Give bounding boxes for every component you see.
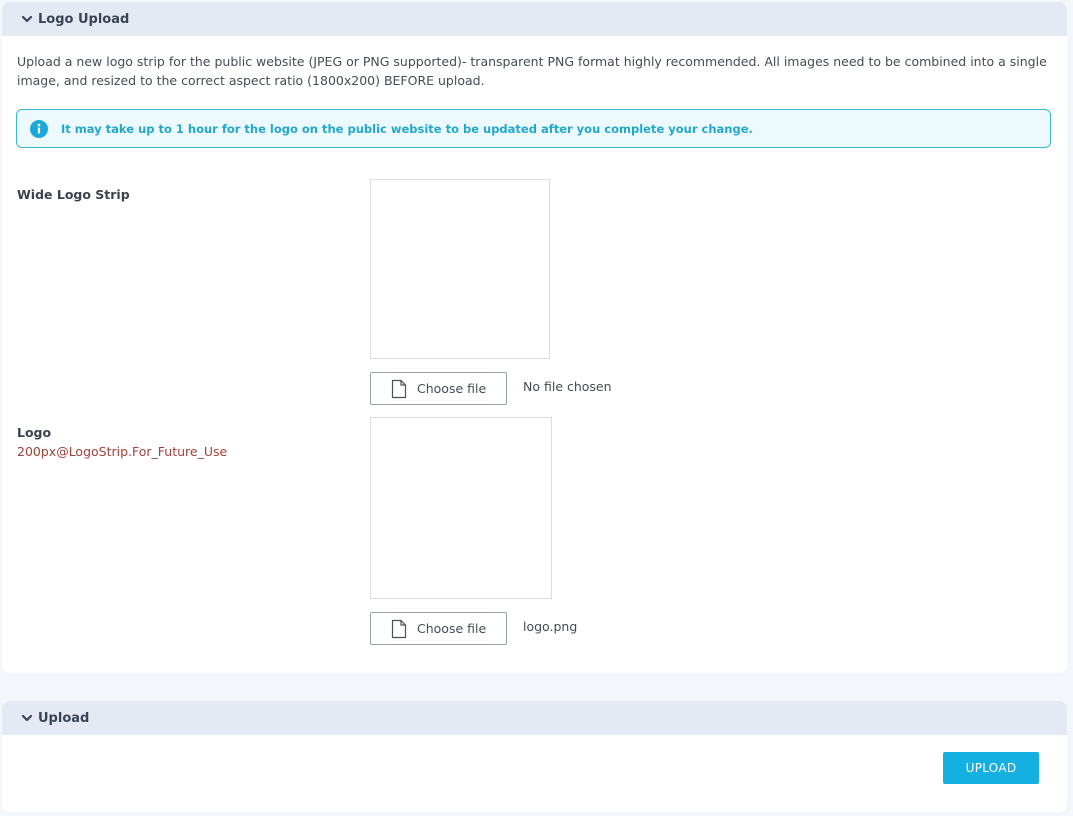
logo-preview xyxy=(370,417,552,599)
logo-choose-file-label: Choose file xyxy=(417,621,487,636)
chevron-down-icon xyxy=(21,15,33,23)
wide-logo-file-status: No file chosen xyxy=(523,379,612,394)
upload-title: Upload xyxy=(38,710,90,726)
wide-logo-choose-file-button[interactable]: Choose file xyxy=(370,372,507,405)
file-icon xyxy=(391,619,407,638)
logo-sublabel: 200px@LogoStrip.For_Future_Use xyxy=(17,444,228,459)
wide-logo-preview xyxy=(370,179,550,359)
logo-upload-description: Upload a new logo strip for the public w… xyxy=(17,54,1047,88)
wide-logo-choose-file-label: Choose file xyxy=(417,381,487,396)
file-icon xyxy=(391,379,407,398)
logo-file-status: logo.png xyxy=(523,619,578,634)
info-alert: It may take up to 1 hour for the logo on… xyxy=(16,109,1051,148)
upload-button[interactable]: UPLOAD xyxy=(943,752,1039,784)
wide-logo-label: Wide Logo Strip xyxy=(17,187,130,202)
logo-label: Logo xyxy=(17,425,52,440)
info-alert-text: It may take up to 1 hour for the logo on… xyxy=(61,121,753,136)
logo-upload-title: Logo Upload xyxy=(38,11,130,27)
info-icon xyxy=(30,119,48,138)
chevron-down-icon xyxy=(21,714,33,722)
logo-upload-header[interactable]: Logo Upload xyxy=(2,2,1067,36)
upload-panel: Upload UPLOAD xyxy=(2,701,1067,812)
upload-header[interactable]: Upload xyxy=(2,701,1067,735)
logo-choose-file-button[interactable]: Choose file xyxy=(370,612,507,645)
logo-upload-panel: Logo Upload Upload a new logo strip for … xyxy=(2,2,1067,673)
